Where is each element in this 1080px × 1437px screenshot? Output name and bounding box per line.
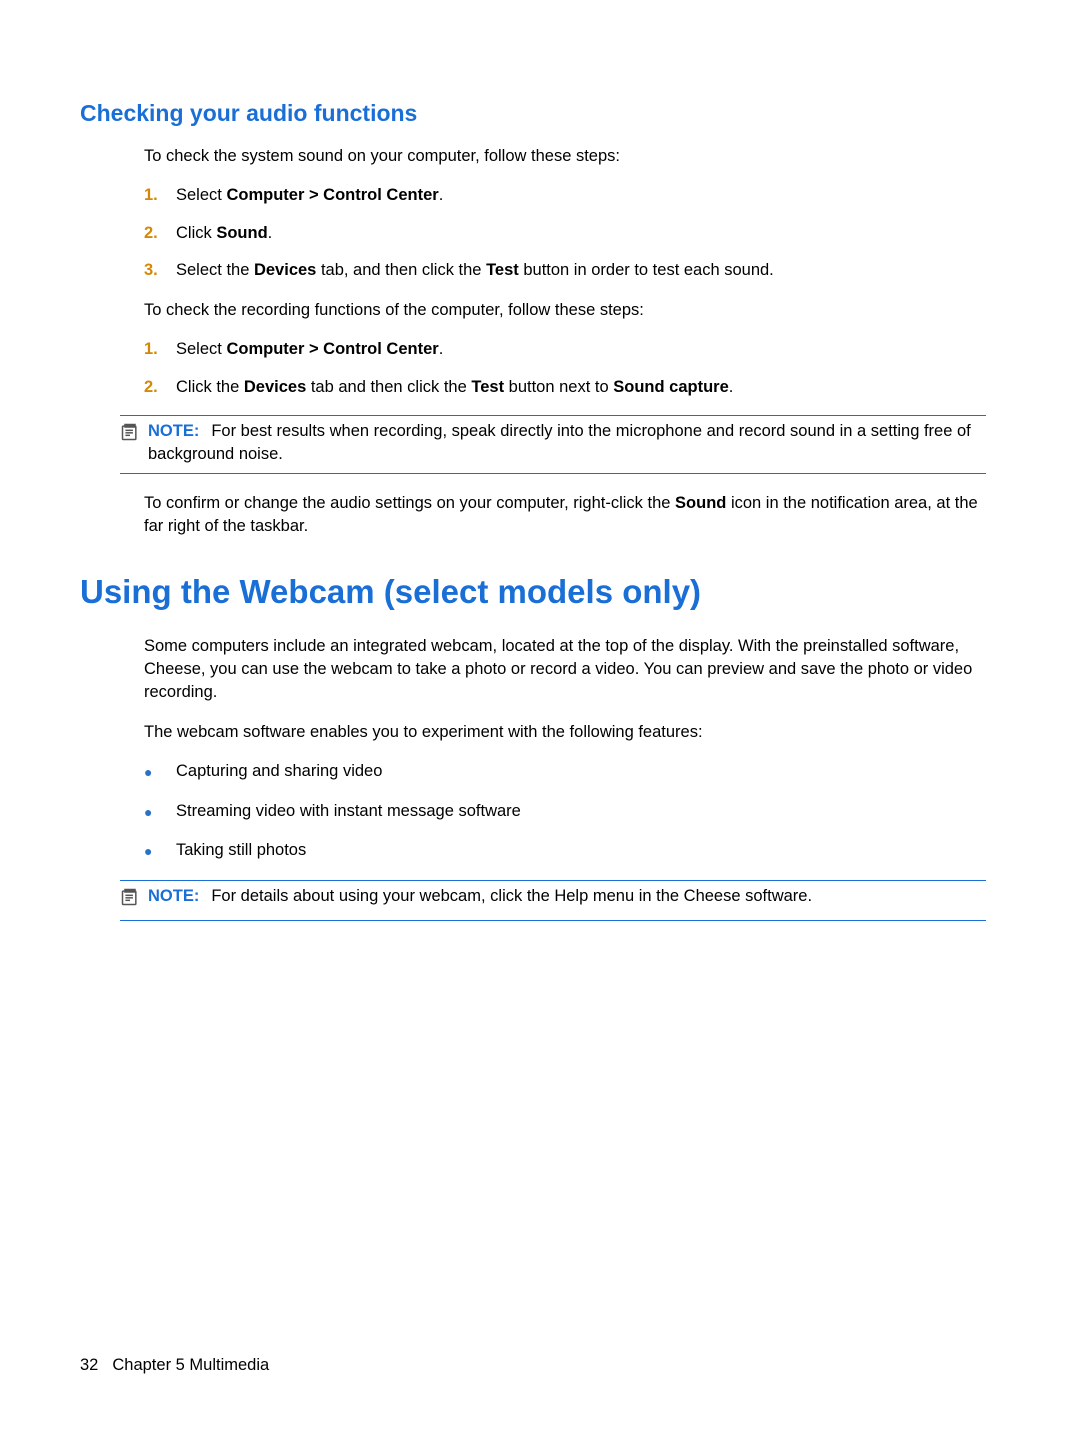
step-text: Select Computer > Control Center. (176, 184, 990, 207)
section1-body: To check the system sound on your comput… (144, 145, 990, 399)
heading-audio-functions: Checking your audio functions (80, 100, 990, 127)
step-number: 2. (144, 222, 176, 245)
page-number: 32 (80, 1356, 98, 1374)
bullet-text: Taking still photos (176, 839, 990, 862)
list-item: 2. Click Sound. (144, 222, 990, 245)
list-item: ● Capturing and sharing video (144, 760, 990, 785)
note-text: NOTE:For details about using your webcam… (148, 885, 986, 908)
step-number: 3. (144, 259, 176, 282)
list-item: 3. Select the Devices tab, and then clic… (144, 259, 990, 282)
list-item: 1. Select Computer > Control Center. (144, 338, 990, 361)
step-text: Click Sound. (176, 222, 990, 245)
list-item: 1. Select Computer > Control Center. (144, 184, 990, 207)
step-number: 2. (144, 376, 176, 399)
page-content: Checking your audio functions To check t… (0, 0, 1080, 1437)
section2-body: Some computers include an integrated web… (144, 635, 990, 864)
bullet-text: Capturing and sharing video (176, 760, 990, 783)
bullet-icon: ● (144, 839, 176, 864)
note-block: NOTE:For details about using your webcam… (120, 880, 986, 921)
bullet-icon: ● (144, 760, 176, 785)
outro-text: To confirm or change the audio settings … (144, 492, 990, 539)
feature-list: ● Capturing and sharing video ● Streamin… (144, 760, 990, 864)
bullet-icon: ● (144, 800, 176, 825)
note-icon (120, 885, 142, 914)
note-text: NOTE:For best results when recording, sp… (148, 420, 986, 467)
step-text: Select Computer > Control Center. (176, 338, 990, 361)
chapter-label: Chapter 5 Multimedia (112, 1356, 269, 1374)
page-footer: 32 Chapter 5 Multimedia (80, 1356, 269, 1375)
step-number: 1. (144, 338, 176, 361)
webcam-para1: Some computers include an integrated web… (144, 635, 990, 705)
step-text: Click the Devices tab and then click the… (176, 376, 990, 399)
intro-text: To check the system sound on your comput… (144, 145, 990, 168)
list-item: 2. Click the Devices tab and then click … (144, 376, 990, 399)
steps-list-b: 1. Select Computer > Control Center. 2. … (144, 338, 990, 399)
heading-webcam: Using the Webcam (select models only) (80, 573, 990, 611)
step-text: Select the Devices tab, and then click t… (176, 259, 990, 282)
note-block: NOTE:For best results when recording, sp… (120, 415, 986, 474)
step-number: 1. (144, 184, 176, 207)
list-item: ● Taking still photos (144, 839, 990, 864)
note-label: NOTE: (148, 887, 199, 905)
bullet-text: Streaming video with instant message sof… (176, 800, 990, 823)
webcam-para2: The webcam software enables you to exper… (144, 721, 990, 744)
section1-outro: To confirm or change the audio settings … (144, 492, 990, 539)
mid-text: To check the recording functions of the … (144, 299, 990, 322)
note-icon (120, 420, 142, 449)
steps-list-a: 1. Select Computer > Control Center. 2. … (144, 184, 990, 282)
list-item: ● Streaming video with instant message s… (144, 800, 990, 825)
note-label: NOTE: (148, 422, 199, 440)
